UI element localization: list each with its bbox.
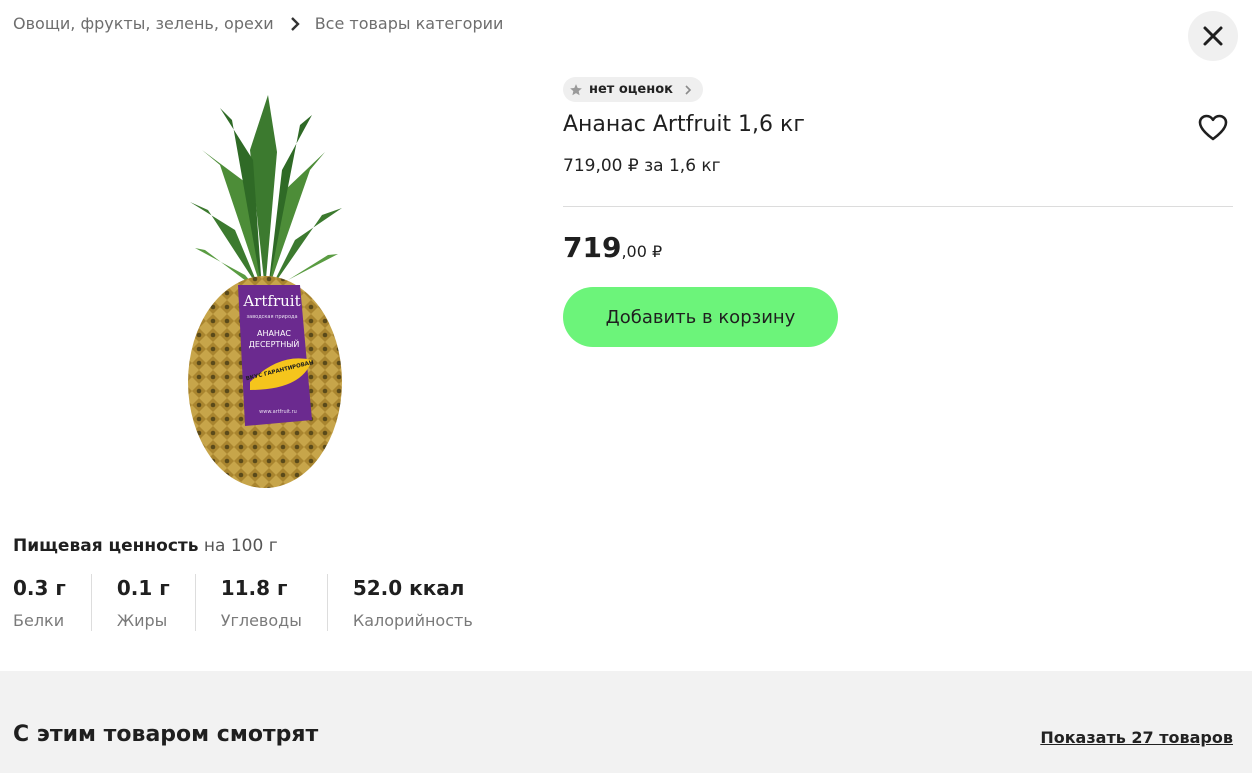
close-icon xyxy=(1203,26,1223,46)
nutrition-per: на 100 г xyxy=(203,536,278,556)
nutrition-title: Пищевая ценность xyxy=(13,536,199,556)
rating-text: нет оценок xyxy=(589,82,673,97)
nutrition-heading: Пищевая ценность на 100 г xyxy=(13,536,278,556)
unit-price: 719,00 ₽ за 1,6 кг xyxy=(563,156,721,176)
nutrition-item-protein: 0.3 г Белки xyxy=(13,574,91,631)
show-all-link[interactable]: Показать 27 товаров xyxy=(1040,728,1233,747)
divider xyxy=(563,206,1233,207)
nutrition-label: Белки xyxy=(13,611,65,630)
price-cents: ,00 ₽ xyxy=(621,242,663,261)
product-image: Artfruit заводская природа АНАНАС ДЕСЕРТ… xyxy=(150,90,380,490)
nutrition-item-carbs: 11.8 г Углеводы xyxy=(194,574,327,631)
nutrition-label: Углеводы xyxy=(220,611,302,630)
nutrition-value: 0.1 г xyxy=(116,576,170,600)
label-brand-text: Artfruit xyxy=(242,292,300,310)
related-heading: С этим товаром смотрят xyxy=(13,722,319,747)
nutrition-label: Калорийность xyxy=(352,611,473,630)
favorite-button[interactable] xyxy=(1198,114,1228,142)
breadcrumb: Овощи, фрукты, зелень, орехи Все товары … xyxy=(13,14,503,33)
nutrition-label: Жиры xyxy=(116,611,168,630)
chevron-right-icon xyxy=(685,84,692,95)
nutrition-item-calories: 52.0 ккал Калорийность xyxy=(326,574,498,631)
heart-icon xyxy=(1198,114,1228,141)
rating-badge[interactable]: нет оценок xyxy=(563,77,703,102)
chevron-right-icon xyxy=(290,16,300,31)
label-line2-text: ДЕСЕРТНЫЙ xyxy=(249,338,300,349)
breadcrumb-all-items-link[interactable]: Все товары категории xyxy=(315,14,504,33)
star-icon xyxy=(570,83,582,95)
nutrition-item-fat: 0.1 г Жиры xyxy=(90,574,195,631)
price-main: 719 xyxy=(563,231,622,264)
nutrition-list: 0.3 г Белки 0.1 г Жиры 11.8 г Углеводы 5… xyxy=(13,574,498,631)
nutrition-value: 11.8 г xyxy=(220,576,288,600)
label-site-text: www.artfruit.ru xyxy=(259,409,297,415)
related-products-section: С этим товаром смотрят Показать 27 товар… xyxy=(0,671,1252,773)
nutrition-value: 52.0 ккал xyxy=(352,576,465,600)
label-line1-text: АНАНАС xyxy=(257,329,291,338)
nutrition-value: 0.3 г xyxy=(13,576,66,600)
add-to-cart-button[interactable]: Добавить в корзину xyxy=(563,287,838,347)
breadcrumb-category-link[interactable]: Овощи, фрукты, зелень, орехи xyxy=(13,14,274,33)
close-button[interactable] xyxy=(1188,11,1238,61)
price: 719,00 ₽ xyxy=(563,231,662,264)
product-title: Ананас Artfruit 1,6 кг xyxy=(563,112,805,137)
label-tagline-text: заводская природа xyxy=(246,314,297,320)
